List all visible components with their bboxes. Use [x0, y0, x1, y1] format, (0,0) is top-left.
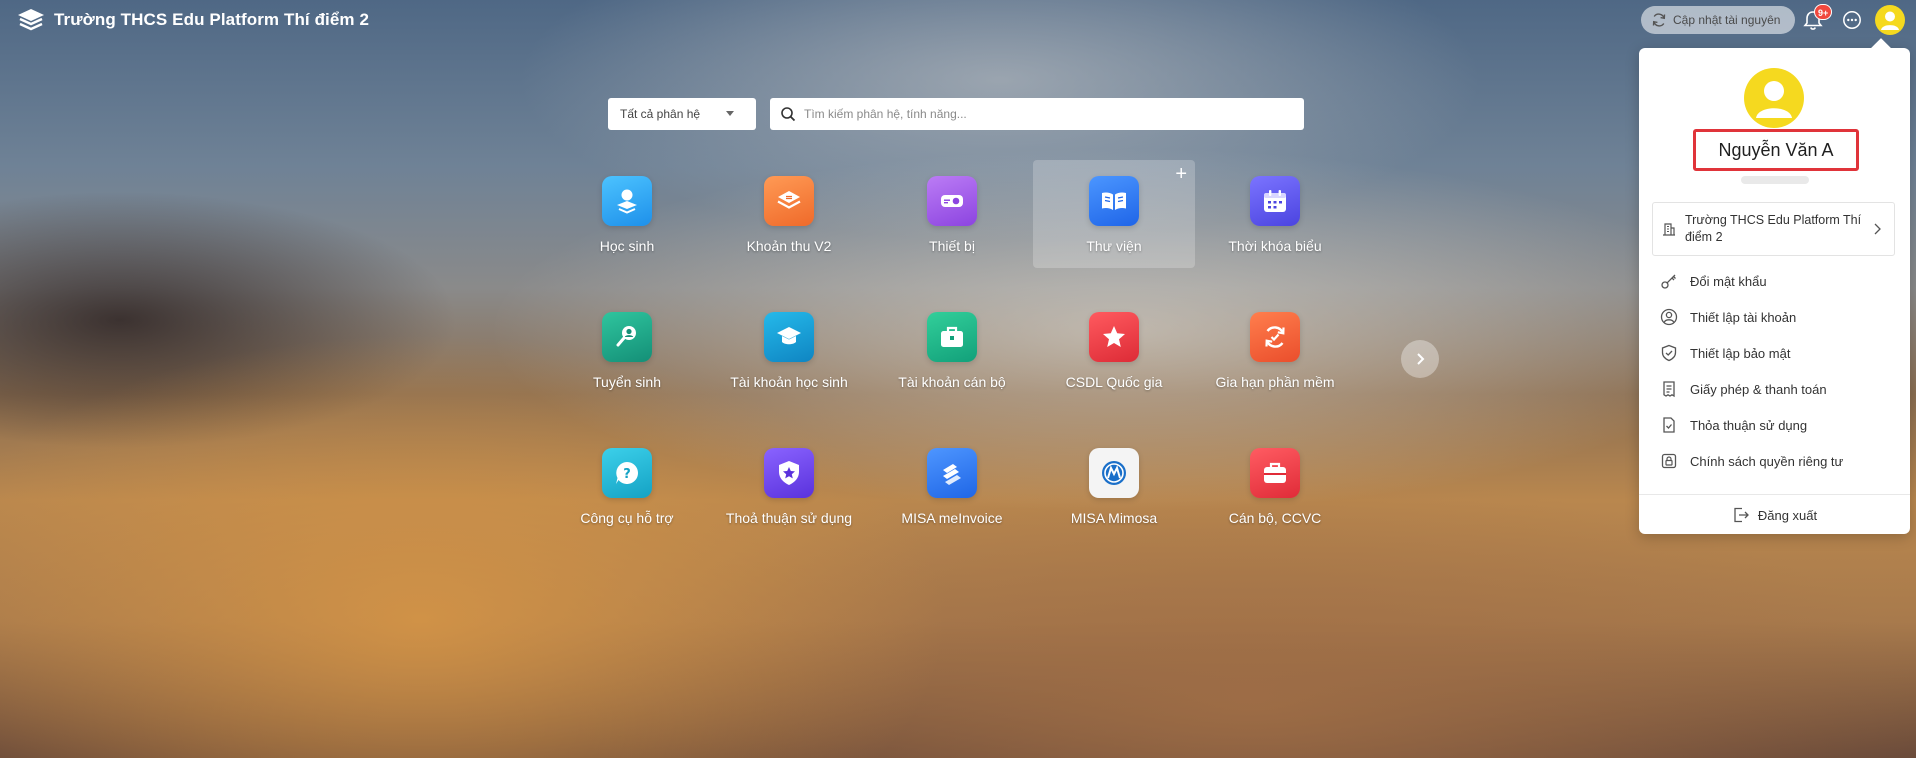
app-cong-cu-ho-tro[interactable]: ? Công cụ hỗ trợ [546, 432, 708, 540]
chevron-right-icon [1874, 223, 1881, 235]
app-khoan-thu[interactable]: Khoản thu V2 [708, 160, 870, 268]
logout-button[interactable]: Đăng xuất [1639, 500, 1910, 530]
app-misa-meinvoice[interactable]: MISA meInvoice [871, 432, 1033, 540]
calendar-icon [1250, 176, 1300, 226]
notification-badge: 9+ [1814, 4, 1833, 20]
app-label: MISA Mimosa [1070, 510, 1158, 526]
mimosa-icon [1089, 448, 1139, 498]
logout-icon [1734, 507, 1749, 523]
briefcase-icon [927, 312, 977, 362]
app-thoi-khoa-bieu[interactable]: Thời khóa biểu [1194, 160, 1356, 268]
chevron-down-icon [726, 111, 734, 116]
help-icon: ? [602, 448, 652, 498]
star-icon [1089, 312, 1139, 362]
menu-item-privacy-policy[interactable]: Chính sách quyền riêng tư [1652, 446, 1895, 476]
app-thoa-thuan-su-dung[interactable]: Thoả thuận sử dụng [708, 432, 870, 540]
app-label: Thiết bị [929, 238, 975, 254]
receipt-icon [1663, 381, 1675, 398]
app-label: MISA meInvoice [901, 510, 1003, 526]
app-hoc-sinh[interactable]: Học sinh [546, 160, 708, 268]
svg-text:?: ? [623, 467, 631, 482]
meinvoice-icon [927, 448, 977, 498]
more-icon[interactable] [1842, 10, 1862, 30]
logo-icon [18, 9, 44, 31]
app-can-bo-ccvc[interactable]: Cán bộ, CCVC [1194, 432, 1356, 540]
search-person-icon [602, 312, 652, 362]
avatar[interactable] [1875, 5, 1905, 35]
sync-resources-button[interactable]: Cập nhật tài nguyên [1641, 6, 1795, 34]
book-icon [1089, 176, 1139, 226]
menu-item-label: Thỏa thuận sử dụng [1690, 417, 1808, 433]
staff-case-icon [1250, 448, 1300, 498]
shield-star-icon [764, 448, 814, 498]
avatar [1744, 68, 1804, 128]
app-thu-vien[interactable]: + Thư viện [1033, 160, 1195, 268]
search-box [770, 98, 1304, 130]
user-name: Nguyễn Văn A [1693, 129, 1859, 171]
school-selector[interactable]: Trường THCS Edu Platform Thí điểm 2 [1652, 202, 1895, 256]
menu-item-change-password[interactable]: Đổi mật khẩu [1652, 266, 1895, 296]
app-label: Cán bộ, CCVC [1228, 510, 1322, 526]
app-label: Công cụ hỗ trợ [580, 510, 674, 526]
app-tuyen-sinh[interactable]: Tuyển sinh [546, 296, 708, 404]
projector-icon [927, 176, 977, 226]
next-page-button[interactable] [1401, 340, 1439, 378]
app-thiet-bi[interactable]: Thiết bị [871, 160, 1033, 268]
search-input[interactable] [804, 107, 1284, 121]
school-name: Trường THCS Edu Platform Thí điểm 2 [1685, 213, 1862, 244]
doc-check-icon [1663, 417, 1675, 433]
search-icon [781, 107, 796, 122]
app-label: Thoả thuận sử dụng [725, 510, 853, 526]
app-gia-han-phan-mem[interactable]: Gia hạn phần mềm [1194, 296, 1356, 404]
graduation-cap-icon [764, 312, 814, 362]
chevron-right-icon [1417, 353, 1425, 365]
app-label: Khoản thu V2 [746, 238, 832, 254]
app-label: Tài khoản học sinh [730, 374, 848, 390]
app-label: Thời khóa biểu [1228, 238, 1322, 254]
app-title: Trường THCS Edu Platform Thí điểm 2 [54, 10, 370, 29]
sync-resources-label: Cập nhật tài nguyên [1673, 13, 1781, 27]
brand[interactable]: Trường THCS Edu Platform Thí điểm 2 [16, 7, 369, 33]
app-label: Tuyển sinh [593, 374, 661, 390]
app-tai-khoan-can-bo[interactable]: Tài khoản cán bộ [871, 296, 1033, 404]
menu-item-security-settings[interactable]: Thiết lập bảo mật [1652, 338, 1895, 368]
app-label: Tài khoản cán bộ [898, 374, 1006, 390]
module-filter-value: Tất cả phân hệ [620, 107, 701, 121]
menu-item-label: Đổi mật khẩu [1690, 273, 1767, 289]
lock-icon [1661, 453, 1677, 469]
app-csdl-quoc-gia[interactable]: CSDL Quốc gia [1033, 296, 1195, 404]
menu-item-terms-of-use[interactable]: Thỏa thuận sử dụng [1652, 410, 1895, 440]
menu-item-license-payment[interactable]: Giấy phép & thanh toán [1652, 374, 1895, 404]
app-label: CSDL Quốc gia [1065, 374, 1163, 390]
divider [1639, 494, 1910, 495]
student-icon [602, 176, 652, 226]
key-icon [1661, 274, 1676, 289]
top-bar: Trường THCS Edu Platform Thí điểm 2 Cập … [0, 0, 1916, 40]
app-label: Thư viện [1086, 238, 1142, 254]
sync-icon [1652, 13, 1666, 27]
module-filter-select[interactable]: Tất cả phân hệ [608, 98, 756, 130]
renew-icon [1250, 312, 1300, 362]
menu-item-label: Thiết lập tài khoản [1690, 309, 1797, 325]
account-menu: Nguyễn Văn A Trường THCS Edu Platform Th… [1639, 48, 1910, 534]
menu-item-label: Thiết lập bảo mật [1690, 345, 1791, 361]
add-shortcut-icon[interactable]: + [1175, 164, 1187, 184]
building-icon [1663, 223, 1675, 236]
app-label: Học sinh [599, 238, 655, 254]
menu-item-label: Chính sách quyền riêng tư [1690, 453, 1844, 469]
menu-item-account-settings[interactable]: Thiết lập tài khoản [1652, 302, 1895, 332]
app-tai-khoan-hoc-sinh[interactable]: Tài khoản học sinh [708, 296, 870, 404]
app-misa-mimosa[interactable]: MISA Mimosa [1033, 432, 1195, 540]
fee-icon [764, 176, 814, 226]
shield-check-icon [1661, 344, 1677, 362]
user-subtitle-placeholder [1741, 176, 1809, 184]
user-circle-icon [1660, 308, 1678, 326]
app-label: Gia hạn phần mềm [1215, 374, 1335, 390]
logout-label: Đăng xuất [1757, 507, 1818, 523]
menu-item-label: Giấy phép & thanh toán [1690, 381, 1827, 397]
